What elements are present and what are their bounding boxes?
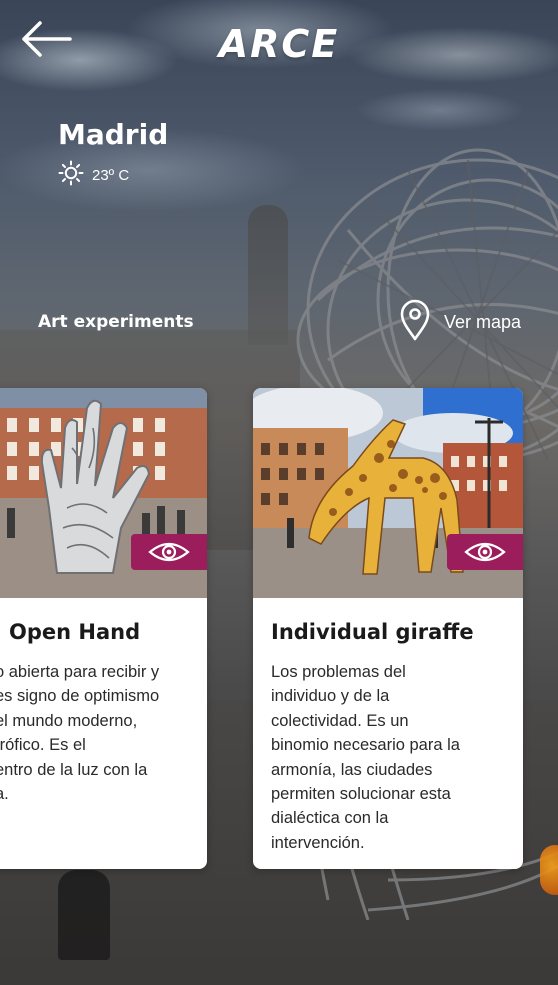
description-line: intervención.: [271, 833, 365, 852]
description-line: trófico. Es el: [0, 736, 86, 755]
background-person: [58, 870, 110, 960]
description-line: el mundo moderno,: [0, 711, 138, 730]
map-link-label: Ver mapa: [444, 311, 522, 332]
temperature: 23º C: [92, 166, 130, 184]
artwork-card-open-hand[interactable]: Open Hand o abierta para recibir y es si…: [0, 388, 207, 869]
description-line: entro de la luz con la: [0, 760, 148, 779]
giraffe-image: [253, 388, 523, 598]
description-line: es signo de optimismo: [0, 687, 160, 706]
description-line: individuo y de la: [271, 687, 390, 706]
eye-icon: [463, 540, 507, 564]
app-logo: ARCE: [218, 22, 340, 66]
description-line: a.: [0, 785, 9, 804]
description-line: o abierta para recibir y: [0, 663, 160, 681]
weather-info: 23º C: [58, 160, 129, 190]
city-name: Madrid: [58, 118, 169, 151]
app-screen: ARCE Madrid 23º C Art experiments Ver ma…: [0, 0, 558, 985]
background-orange-lamp: [540, 845, 558, 895]
view-ar-button[interactable]: [447, 534, 523, 570]
description-line: Los problemas del: [271, 663, 406, 681]
card-description: o abierta para recibir y es signo de opt…: [0, 660, 205, 806]
card-description: Los problemas del individuo y de la cole…: [271, 660, 516, 855]
map-link[interactable]: Ver mapa: [398, 298, 522, 346]
artwork-card-individual-giraffe[interactable]: Individual giraffe Los problemas del ind…: [253, 388, 523, 869]
back-button[interactable]: [18, 18, 74, 60]
description-line: armonía, las ciudades: [271, 760, 433, 779]
eye-icon: [147, 540, 191, 564]
description-line: permiten solucionar esta: [271, 785, 451, 804]
description-line: colectividad. Es un: [271, 711, 409, 730]
section-title: Art experiments: [38, 312, 194, 332]
card-title: Individual giraffe: [271, 620, 474, 644]
view-ar-button[interactable]: [131, 534, 207, 570]
description-line: dialéctica con la: [271, 809, 389, 828]
description-line: binomio necesario para la: [271, 736, 460, 755]
open-hand-image: [0, 388, 207, 598]
arrow-left-icon: [18, 21, 74, 64]
sun-icon: [58, 160, 84, 190]
card-title: Open Hand: [9, 620, 141, 644]
map-pin-icon: [398, 298, 432, 346]
